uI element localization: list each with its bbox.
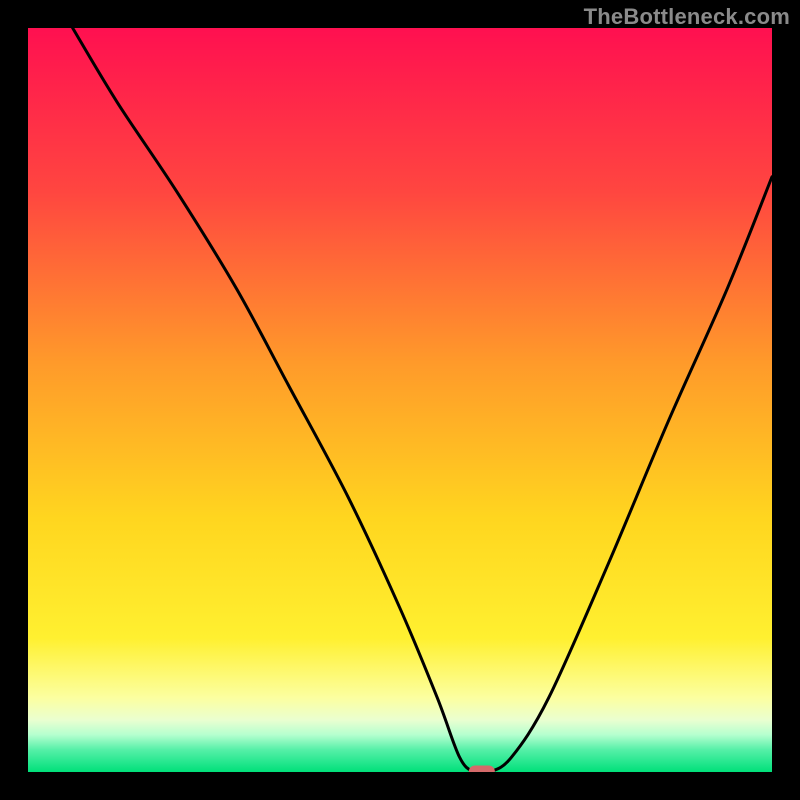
chart-frame: TheBottleneck.com	[0, 0, 800, 800]
watermark-text: TheBottleneck.com	[584, 4, 790, 30]
plot-area	[28, 28, 772, 772]
optimal-marker	[469, 766, 495, 773]
gradient-background	[28, 28, 772, 772]
plot-svg	[28, 28, 772, 772]
